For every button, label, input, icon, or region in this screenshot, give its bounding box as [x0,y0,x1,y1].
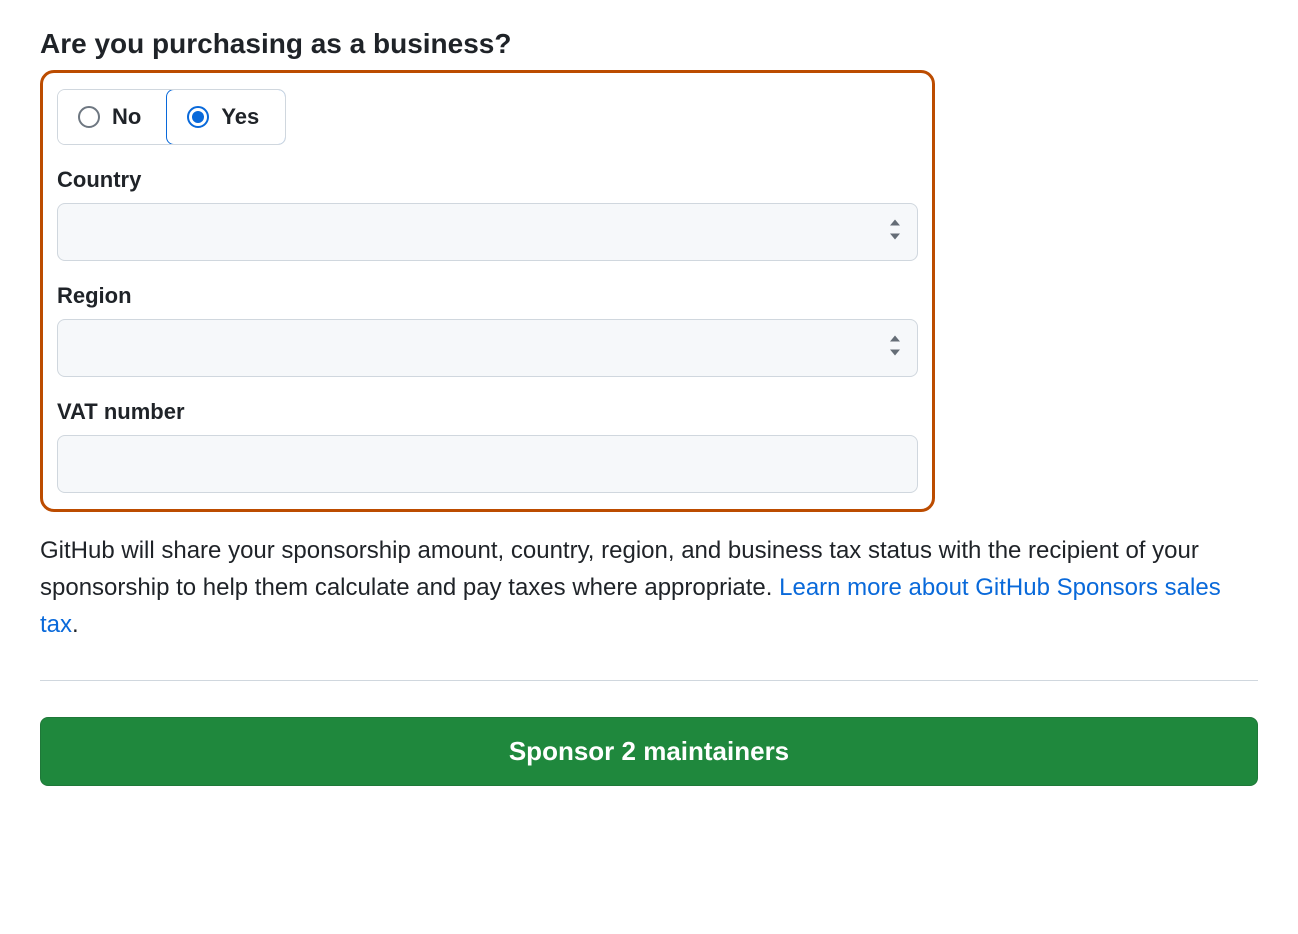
disclosure-period: . [72,611,79,638]
radio-icon [187,106,209,128]
option-yes[interactable]: Yes [166,89,286,145]
business-purchase-form: Are you purchasing as a business? No Yes… [40,28,1258,786]
disclosure-text: GitHub will share your sponsorship amoun… [40,532,1258,644]
country-select[interactable] [57,203,918,261]
business-fields-highlight: No Yes Country Region [40,70,935,512]
option-no[interactable]: No [58,90,167,144]
sponsor-button[interactable]: Sponsor 2 maintainers [40,717,1258,786]
option-no-label: No [112,104,141,130]
radio-icon [78,106,100,128]
country-field: Country [57,167,918,261]
region-select[interactable] [57,319,918,377]
region-select-wrap [57,319,918,377]
business-toggle: No Yes [57,89,286,145]
region-field: Region [57,283,918,377]
option-yes-label: Yes [221,104,259,130]
region-label: Region [57,283,918,309]
vat-field: VAT number [57,399,918,493]
country-label: Country [57,167,918,193]
divider [40,680,1258,681]
section-heading: Are you purchasing as a business? [40,28,1258,60]
vat-label: VAT number [57,399,918,425]
country-select-wrap [57,203,918,261]
vat-input[interactable] [57,435,918,493]
